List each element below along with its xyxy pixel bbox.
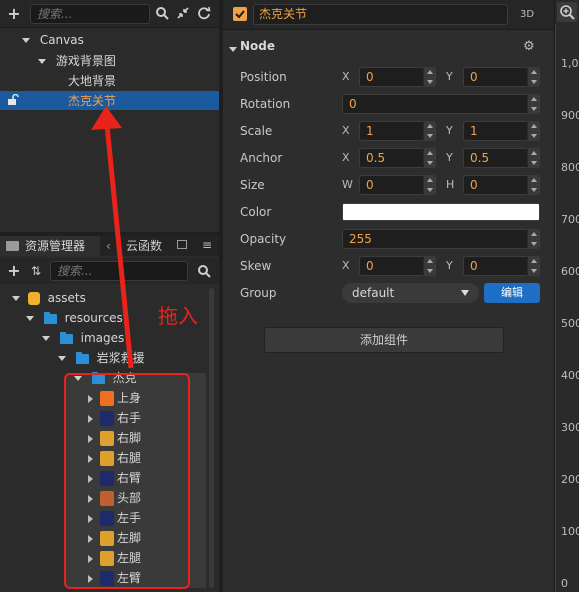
stepper-icon[interactable] xyxy=(527,229,539,249)
prop-field-opacity[interactable]: 255 xyxy=(342,229,540,249)
axis-label: H xyxy=(446,178,455,191)
ruler-tick-label: 300 xyxy=(561,421,579,434)
ruler-line xyxy=(555,24,556,592)
prop-label-color: Color xyxy=(240,205,272,219)
stepper-icon[interactable] xyxy=(423,121,435,141)
ruler-tick-label: 600 xyxy=(561,265,579,278)
axis-label: Y xyxy=(446,259,453,272)
ruler-tick-label: 700 xyxy=(561,213,579,226)
prop-label-group: Group xyxy=(240,286,277,300)
node-name-input[interactable]: 杰克关节 xyxy=(253,4,508,25)
prop-label-scale: Scale xyxy=(240,124,273,138)
prop-label-size: Size xyxy=(240,178,265,192)
ruler-tick-label: 1,00 xyxy=(561,57,579,70)
prop-label-opacity: Opacity xyxy=(240,232,287,246)
stepper-icon[interactable] xyxy=(527,67,539,87)
axis-label: Y xyxy=(446,124,453,137)
gear-icon[interactable]: ⚙ xyxy=(523,39,535,54)
axis-label: Y xyxy=(446,151,453,164)
ruler-tick-label: 100 xyxy=(561,525,579,538)
prop-label-anchor: Anchor xyxy=(240,151,283,165)
stepper-icon[interactable] xyxy=(423,67,435,87)
stepper-icon[interactable] xyxy=(423,256,435,276)
mode-3d-toggle[interactable]: 3D xyxy=(520,9,534,20)
inspector-header: 杰克关节 3D xyxy=(223,0,554,30)
active-checkbox[interactable] xyxy=(233,7,247,21)
dropdown-arrow-icon[interactable] xyxy=(461,290,469,296)
stepper-icon[interactable] xyxy=(423,148,435,168)
stepper-icon[interactable] xyxy=(527,256,539,276)
prop-label-position: Position xyxy=(240,70,287,84)
ruler-tick-label: 200 xyxy=(561,473,579,486)
color-swatch[interactable] xyxy=(342,203,540,221)
prop-label-rotation: Rotation xyxy=(240,97,291,111)
axis-label: X xyxy=(342,70,350,83)
axis-label: W xyxy=(342,178,353,191)
group-value: default xyxy=(352,286,395,300)
prop-label-skew: Skew xyxy=(240,259,272,273)
stepper-icon[interactable] xyxy=(527,148,539,168)
section-title: Node xyxy=(240,39,276,53)
axis-label: X xyxy=(342,151,350,164)
axis-label: Y xyxy=(446,70,453,83)
node-section-header[interactable]: Node ⚙ xyxy=(223,37,554,57)
ruler-tick-label: 0 xyxy=(561,577,568,590)
collapse-arrow-icon[interactable] xyxy=(229,42,237,56)
prop-field-rotation[interactable]: 0 xyxy=(342,94,540,114)
stepper-icon[interactable] xyxy=(527,94,539,114)
axis-label: X xyxy=(342,259,350,272)
ruler-tick-label: 800 xyxy=(561,161,579,174)
scene-ruler xyxy=(554,0,579,592)
stepper-icon[interactable] xyxy=(423,175,435,195)
axis-label: X xyxy=(342,124,350,137)
zoom-icon[interactable] xyxy=(557,2,577,22)
ruler-tick-label: 500 xyxy=(561,317,579,330)
add-component-button[interactable]: 添加组件 xyxy=(264,327,504,353)
ruler-tick-label: 900 xyxy=(561,109,579,122)
stepper-icon[interactable] xyxy=(527,121,539,141)
stepper-icon[interactable] xyxy=(527,175,539,195)
annotation-arrow xyxy=(91,106,134,369)
group-select[interactable]: default xyxy=(342,283,479,303)
ruler-tick-label: 400 xyxy=(561,369,579,382)
group-edit-button[interactable]: 编辑 xyxy=(484,283,540,303)
